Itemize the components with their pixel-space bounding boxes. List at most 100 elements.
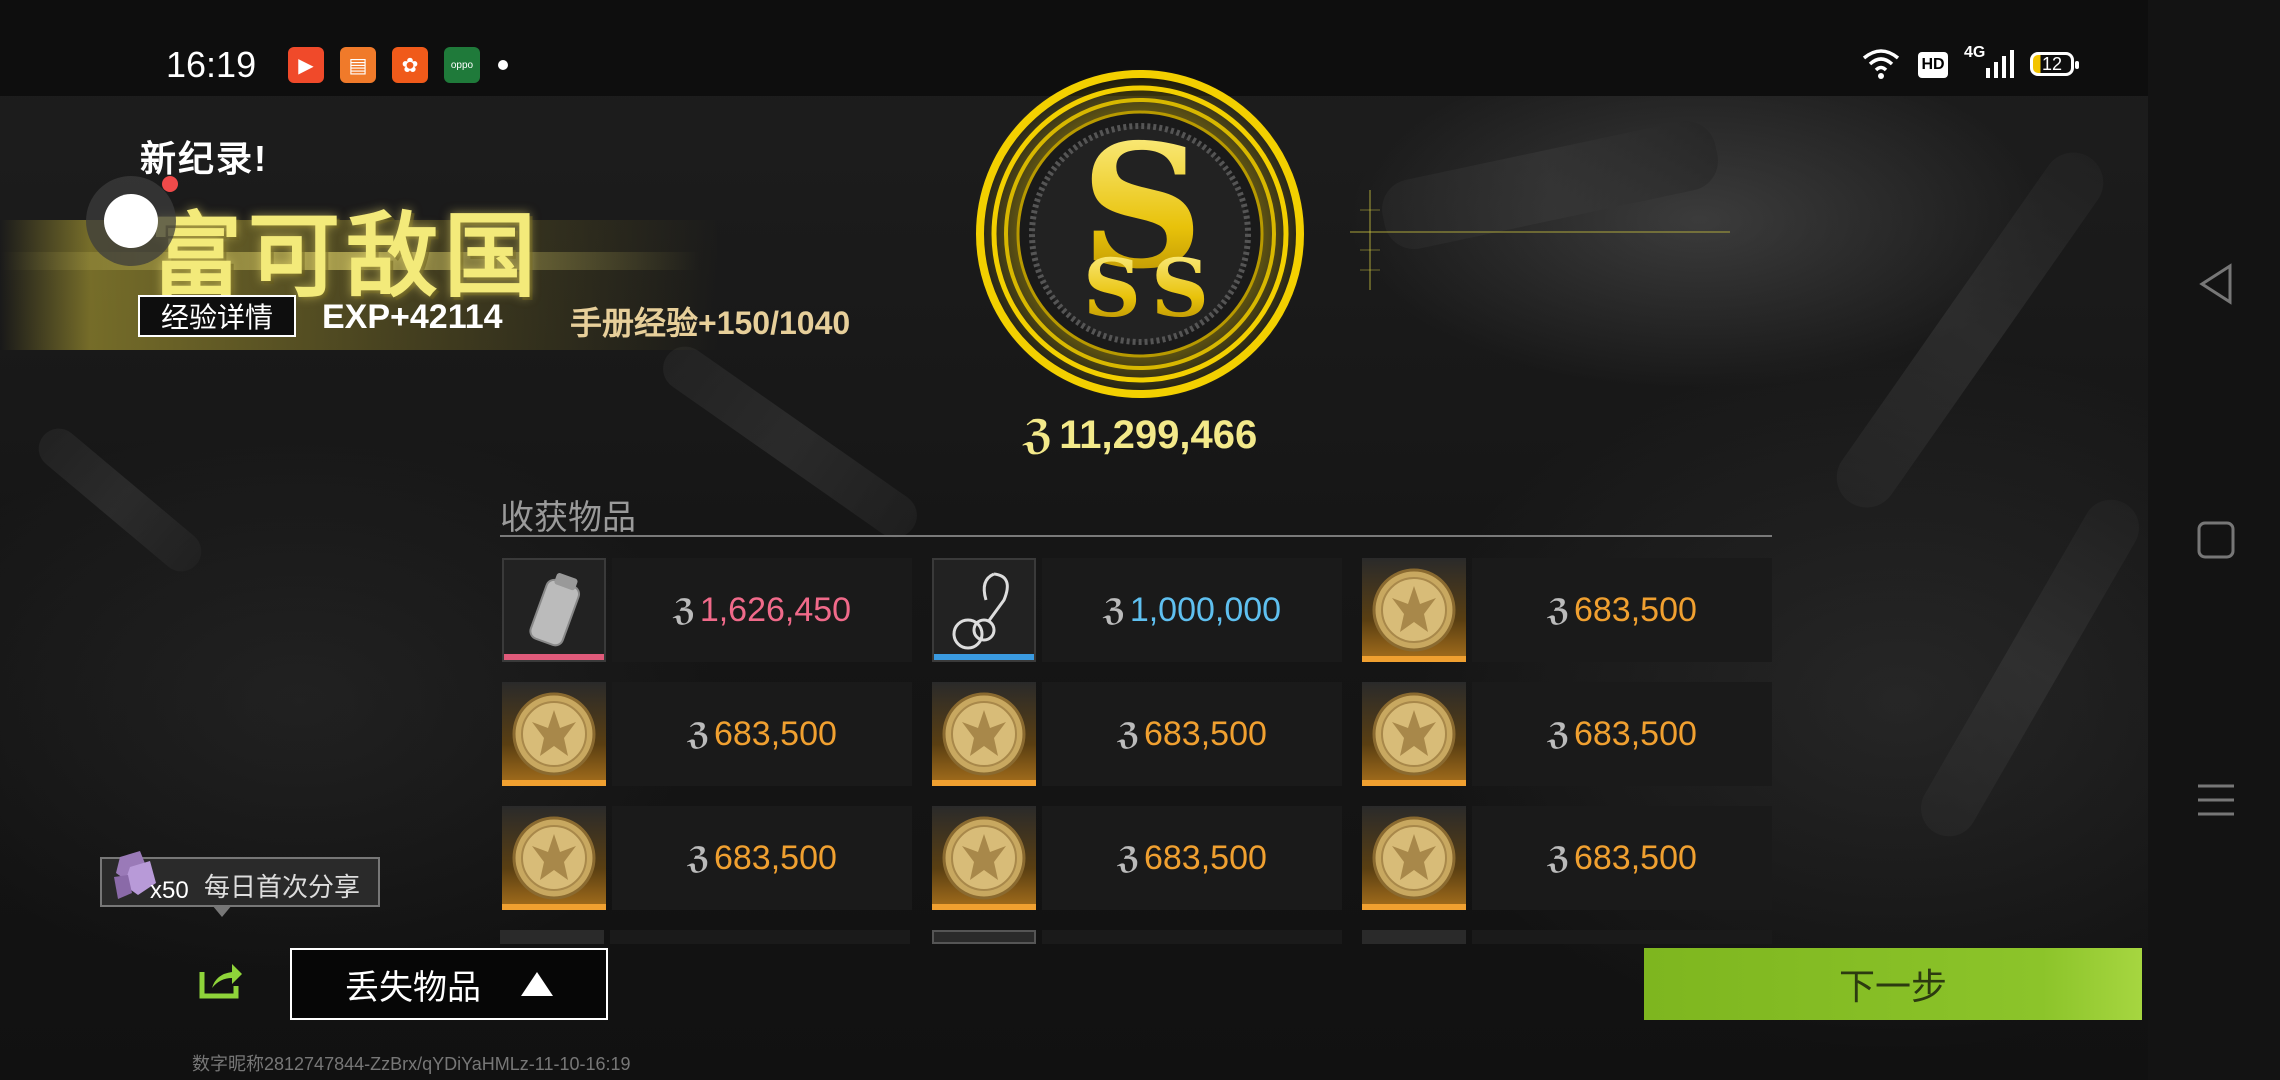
item-price: ℨ 1,626,450 xyxy=(612,558,912,662)
item-cell[interactable]: ℨ 683,500 xyxy=(932,806,1342,910)
total-value: ℨ 11,299,466 xyxy=(1000,412,1280,458)
items-divider xyxy=(500,535,1772,537)
rarity-bar xyxy=(504,654,604,660)
next-button[interactable]: 下一步 xyxy=(1644,948,2142,1020)
item-price-value: 683,500 xyxy=(713,838,837,877)
currency-icon: ℨ xyxy=(687,841,710,875)
item-price: ℨ 683,500 xyxy=(1472,806,1772,910)
gold-coin-icon xyxy=(1372,692,1456,776)
signal-icon xyxy=(1986,50,2014,78)
svg-text:S: S xyxy=(1083,241,1141,335)
total-value-amount: 11,299,466 xyxy=(1059,413,1258,457)
notification-dot xyxy=(162,176,178,192)
rarity-bar xyxy=(502,780,606,786)
handbook-exp: 手册经验+150/1040 xyxy=(570,305,851,341)
share-icon[interactable] xyxy=(198,960,244,1000)
item-cell[interactable]: ℨ 683,500 xyxy=(1362,558,1772,662)
items-overflow-row xyxy=(500,930,1780,944)
item-price: ℨ 683,500 xyxy=(1042,806,1342,910)
rarity-bar xyxy=(502,904,606,910)
notification-dot xyxy=(498,60,508,70)
gold-coin-icon xyxy=(512,816,596,900)
item-cell[interactable]: ℨ 683,500 xyxy=(1362,682,1772,786)
item-price-value: 683,500 xyxy=(1143,838,1267,877)
item-price-partial xyxy=(1472,930,1772,944)
canister-icon xyxy=(529,573,581,647)
item-price-value: 683,500 xyxy=(713,714,837,753)
item-cell[interactable]: ℨ 683,500 xyxy=(1362,806,1772,910)
exp-value: EXP+42114 xyxy=(322,298,503,336)
status-time: 16:19 xyxy=(166,44,257,85)
item-price: ℨ 683,500 xyxy=(1472,558,1772,662)
new-record-label: 新纪录! xyxy=(140,138,268,179)
currency-icon: ℨ xyxy=(1022,413,1054,457)
currency-icon: ℨ xyxy=(1547,593,1570,627)
gold-coin-icon xyxy=(512,692,596,776)
currency-icon: ℨ xyxy=(1547,841,1570,875)
item-price: ℨ 683,500 xyxy=(612,682,912,786)
home-icon[interactable] xyxy=(2196,520,2236,560)
item-price-value: 1,626,450 xyxy=(699,590,852,629)
expand-up-icon xyxy=(521,972,553,996)
item-cell[interactable]: ℨ 683,500 xyxy=(502,806,912,910)
item-price: ℨ 683,500 xyxy=(612,806,912,910)
rarity-bar xyxy=(1362,780,1466,786)
item-price: ℨ 683,500 xyxy=(1472,682,1772,786)
currency-icon: ℨ xyxy=(672,593,696,627)
player-id: 数字昵称2812747844-ZzBrx/qYDiYaHMLz-11-10-16… xyxy=(192,1054,631,1074)
rank-emblem: S S S xyxy=(974,68,1306,400)
item-cell[interactable]: ℨ 1,626,450 xyxy=(502,558,912,662)
item-cell[interactable]: ℨ 1,000,000 xyxy=(932,558,1342,662)
battery-level: 12 xyxy=(2041,53,2063,74)
item-price-value: 683,500 xyxy=(1573,838,1697,877)
recents-icon[interactable] xyxy=(2196,780,2236,820)
item-thumbnail xyxy=(502,806,606,910)
currency-icon: ℨ xyxy=(687,717,710,751)
back-icon[interactable] xyxy=(2196,262,2236,306)
hud-crosshair-decoration xyxy=(1350,190,1730,290)
lost-items-button[interactable]: 丢失物品 xyxy=(290,948,608,1020)
item-thumb-partial xyxy=(1362,930,1466,944)
floating-ball-icon xyxy=(104,194,158,248)
rarity-bar xyxy=(1362,656,1466,662)
item-cell[interactable]: ℨ 683,500 xyxy=(502,682,912,786)
item-thumbnail xyxy=(1362,558,1466,662)
item-price-value: 683,500 xyxy=(1143,714,1267,753)
currency-icon: ℨ xyxy=(1117,841,1140,875)
battery-icon: 12 xyxy=(2030,52,2079,76)
item-thumbnail xyxy=(932,682,1036,786)
item-thumbnail xyxy=(502,682,606,786)
share-reward-tooltip[interactable]: x50 每日首次分享 xyxy=(100,851,380,907)
item-price-value: 1,000,000 xyxy=(1129,590,1282,629)
tooltip-arrow xyxy=(212,905,232,917)
item-price-value: 683,500 xyxy=(1573,590,1697,629)
wifi-icon xyxy=(1862,49,1900,79)
item-price-partial xyxy=(610,930,910,944)
currency-icon: ℨ xyxy=(1102,593,1126,627)
rarity-bar xyxy=(934,654,1034,660)
currency-icon: ℨ xyxy=(1117,717,1140,751)
gold-coin-icon xyxy=(1372,568,1456,652)
reader-app-icon: ▤ xyxy=(340,47,376,83)
video-app-icon: ▶ xyxy=(288,47,324,83)
gold-coin-icon xyxy=(942,692,1026,776)
hd-icon: HD xyxy=(1918,52,1948,78)
rarity-bar xyxy=(1362,904,1466,910)
item-thumbnail xyxy=(502,558,606,662)
item-cell[interactable]: ℨ 683,500 xyxy=(932,682,1342,786)
oppo-store-icon: oppo xyxy=(444,47,480,83)
item-thumbnail xyxy=(932,558,1036,662)
item-thumbnail xyxy=(932,806,1036,910)
item-price-partial xyxy=(1042,930,1342,944)
share-tooltip-text: 每日首次分享 xyxy=(204,872,361,902)
item-price: ℨ 683,500 xyxy=(1042,682,1342,786)
item-thumbnail xyxy=(1362,806,1466,910)
exp-detail-button[interactable]: 经验详情 xyxy=(138,295,296,337)
floating-assistant-button[interactable] xyxy=(86,176,178,266)
community-app-icon: ✿ xyxy=(392,47,428,83)
currency-icon: ℨ xyxy=(1547,717,1570,751)
keychain-icon xyxy=(952,572,1009,650)
svg-text:S: S xyxy=(1151,241,1209,335)
rarity-bar xyxy=(932,780,1036,786)
rarity-bar xyxy=(932,904,1036,910)
